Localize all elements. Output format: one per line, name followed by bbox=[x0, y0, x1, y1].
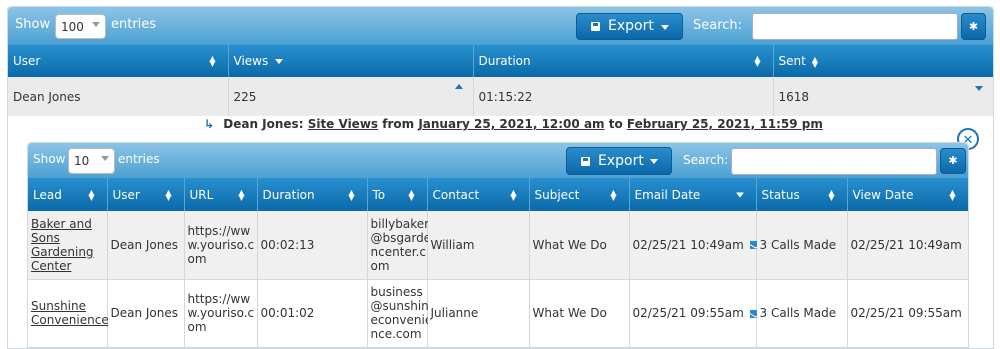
chevron-down-icon bbox=[650, 159, 658, 164]
cell-duration: 00:01:02 bbox=[257, 279, 368, 348]
export-button[interactable]: Export bbox=[576, 13, 683, 40]
sort-icon: ▲ ▼ bbox=[828, 187, 835, 202]
cell-user: Dean Jones bbox=[107, 279, 185, 348]
table-row[interactable]: Sunshine Convenience Dean Jones https://w… bbox=[28, 279, 968, 348]
cell-email-date: 02/25/21 10:49am bbox=[629, 211, 761, 280]
col-header-sent[interactable]: Sent ▲ ▼ bbox=[773, 45, 993, 77]
sort-icon: ▲ ▼ bbox=[348, 187, 355, 202]
table-row[interactable]: Dean Jones 225 01:15:22 1618 bbox=[8, 77, 993, 116]
detail-caption: ↳ Dean Jones: Site Views from January 25… bbox=[204, 117, 823, 131]
col-header-user[interactable]: User ▲ ▼ bbox=[107, 178, 185, 211]
cell-user: Dean Jones bbox=[8, 77, 229, 116]
cell-url: https://ww w.youriso.c om bbox=[184, 211, 258, 280]
entries-select-value: 10 bbox=[74, 154, 90, 168]
search-input[interactable] bbox=[752, 13, 958, 40]
show-label: Show bbox=[33, 152, 66, 166]
expand-arrow-icon[interactable] bbox=[974, 86, 983, 91]
lead-link[interactable]: Baker and Sons Gardening Center bbox=[31, 217, 94, 273]
entries-select-value: 100 bbox=[61, 20, 84, 34]
gear-icon: ✱ bbox=[948, 154, 958, 167]
cell-contact: Julianne bbox=[427, 279, 530, 348]
cell-subject: What We Do bbox=[529, 279, 630, 348]
sort-icon: ▲ ▼ bbox=[165, 187, 172, 202]
cell-duration: 00:02:13 bbox=[257, 211, 368, 280]
entries-label: entries bbox=[111, 17, 157, 32]
export-button[interactable]: Export bbox=[566, 147, 672, 175]
table-row[interactable]: Baker and Sons Gardening Center Dean Jones … bbox=[28, 211, 968, 280]
export-button-label: Export bbox=[598, 153, 644, 169]
col-header-lead[interactable]: Lead ▲ ▼ bbox=[28, 178, 108, 211]
col-header-url[interactable]: URL ▲ ▼ bbox=[184, 178, 258, 211]
cell-user: Dean Jones bbox=[107, 211, 185, 280]
save-disk-icon bbox=[591, 22, 600, 31]
search-label: Search: bbox=[683, 153, 729, 167]
sort-desc-icon bbox=[275, 59, 284, 64]
sort-desc-icon bbox=[735, 192, 744, 197]
entries-label: entries bbox=[118, 152, 160, 166]
sort-icon: ▲ ▼ bbox=[949, 187, 956, 202]
sort-icon: ▲ ▼ bbox=[811, 54, 818, 69]
entries-select[interactable]: 10 bbox=[68, 148, 115, 174]
chevron-down-icon bbox=[661, 25, 669, 30]
collapse-arrow-icon[interactable] bbox=[454, 84, 463, 89]
col-header-user[interactable]: User ▲ ▼ bbox=[8, 45, 229, 77]
inner-report-panel: Show 10 entries Export Search: ✱ Lead ▲ ▼ … bbox=[27, 142, 969, 349]
cell-lead[interactable]: Baker and Sons Gardening Center bbox=[28, 211, 108, 280]
sort-icon: ▲ ▼ bbox=[88, 187, 95, 202]
col-header-email-date[interactable]: Email Date bbox=[629, 178, 757, 211]
cell-url: https://ww w.youriso.c om bbox=[184, 279, 258, 348]
settings-button[interactable]: ✱ bbox=[961, 13, 986, 40]
col-header-duration[interactable]: Duration ▲ ▼ bbox=[257, 178, 368, 211]
cell-status: 3 Calls Made bbox=[756, 211, 848, 280]
outer-toolbar: Show 100 entries Export Search: ✱ bbox=[8, 7, 993, 45]
sort-icon: ▲ ▼ bbox=[238, 187, 245, 202]
col-header-subject[interactable]: Subject ▲ ▼ bbox=[529, 178, 630, 211]
search-input[interactable] bbox=[731, 148, 937, 175]
lead-link[interactable]: Sunshine Convenience bbox=[31, 299, 109, 327]
cell-views[interactable]: 225 bbox=[228, 77, 474, 116]
chevron-down-icon bbox=[92, 22, 100, 27]
settings-button[interactable]: ✱ bbox=[940, 148, 966, 174]
cell-duration: 01:15:22 bbox=[473, 77, 774, 116]
col-header-view-date[interactable]: View Date ▲ ▼ bbox=[847, 178, 968, 211]
cell-view-date: 02/25/21 10:49am bbox=[847, 211, 968, 280]
show-label: Show bbox=[15, 17, 51, 32]
col-header-contact[interactable]: Contact ▲ ▼ bbox=[427, 178, 530, 211]
cell-sent[interactable]: 1618 bbox=[773, 77, 993, 116]
col-header-views[interactable]: Views bbox=[228, 45, 474, 77]
cell-contact: William bbox=[427, 211, 530, 280]
cell-to: billybaker @bsgarde ncenter.c om bbox=[367, 211, 431, 280]
entries-select[interactable]: 100 bbox=[55, 14, 106, 39]
cell-subject: What We Do bbox=[529, 211, 630, 280]
save-disk-icon bbox=[581, 157, 590, 166]
gear-icon: ✱ bbox=[968, 20, 979, 33]
inner-toolbar: Show 10 entries Export Search: ✱ bbox=[28, 143, 968, 178]
col-header-duration[interactable]: Duration ▲ ▼ bbox=[473, 45, 774, 77]
inner-table: Lead ▲ ▼ User ▲ ▼ URL ▲ ▼ Duration ▲ ▼ To ▲ ▼ Cont… bbox=[28, 178, 968, 348]
col-header-status[interactable]: Status ▲ ▼ bbox=[756, 178, 848, 211]
cell-to: business @sunshin econvenie nce.com bbox=[367, 279, 432, 348]
return-arrow-icon: ↳ bbox=[204, 117, 215, 131]
export-button-label: Export bbox=[608, 18, 654, 34]
sort-icon: ▲ ▼ bbox=[754, 54, 761, 68]
col-header-to[interactable]: To ▲ ▼ bbox=[367, 178, 428, 211]
cell-email-date: 02/25/21 09:55am bbox=[629, 279, 761, 348]
cell-lead[interactable]: Sunshine Convenience bbox=[28, 279, 109, 348]
sort-icon: ▲ ▼ bbox=[610, 187, 617, 202]
sort-icon: ▲ ▼ bbox=[209, 54, 216, 68]
outer-table: User ▲ ▼ Views Duration ▲ ▼ Sent ▲ ▼ Dean Jone… bbox=[8, 45, 993, 116]
cell-status: 3 Calls Made bbox=[756, 279, 848, 348]
sort-icon: ▲ ▼ bbox=[408, 187, 415, 202]
cell-view-date: 02/25/21 09:55am bbox=[847, 279, 968, 348]
sort-icon: ▲ ▼ bbox=[510, 187, 517, 202]
chevron-down-icon bbox=[101, 156, 109, 161]
search-label: Search: bbox=[693, 18, 743, 33]
